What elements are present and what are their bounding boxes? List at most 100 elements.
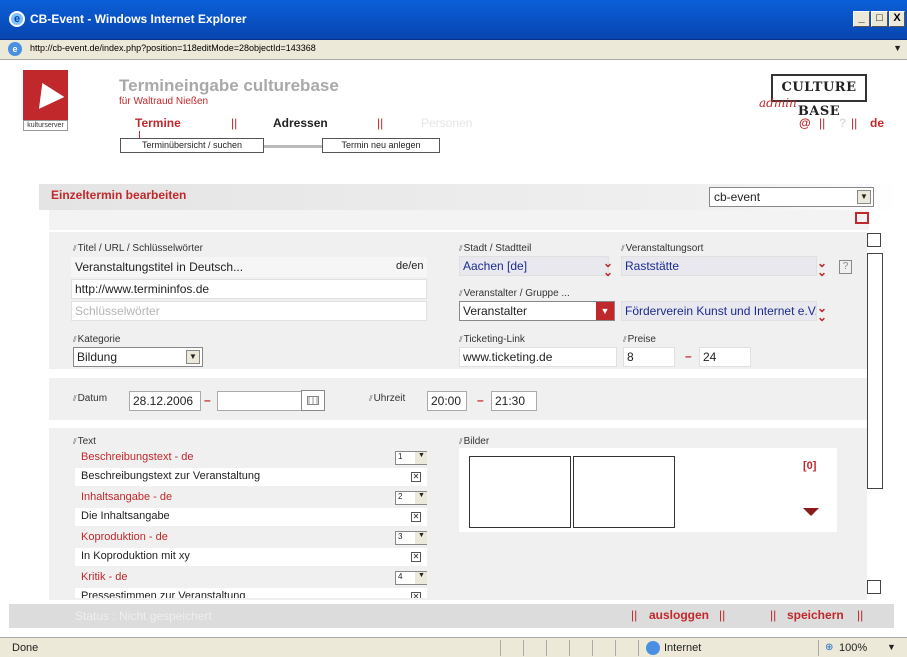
browser-statusbar: Done Internet ⊕ 100% ▼ bbox=[0, 637, 907, 657]
order-select[interactable]: 2 ▼ bbox=[395, 491, 427, 505]
help-link[interactable]: ? bbox=[839, 116, 846, 130]
close-button[interactable]: X bbox=[889, 11, 905, 27]
nav-separator: || bbox=[819, 116, 826, 130]
calendar-icon[interactable] bbox=[301, 390, 325, 411]
chevron-down-icon: ▼ bbox=[415, 572, 427, 584]
kulturserver-logo[interactable] bbox=[23, 70, 68, 124]
delete-icon[interactable]: ✕ bbox=[411, 472, 421, 482]
kategorie-label: Kategorie bbox=[73, 334, 121, 345]
text-list: Beschreibungstext - de 1 ▼ Beschreibungst… bbox=[75, 448, 427, 598]
subnav-divider bbox=[264, 145, 322, 148]
titel-field[interactable]: Veranstaltungstitel in Deutsch... bbox=[71, 257, 427, 277]
tab-termine[interactable]: Termine bbox=[135, 116, 181, 130]
veranstalter-field[interactable]: Förderverein Kunst und Internet e.V. bbox=[621, 301, 817, 321]
page-title: Termineingabe culturebase bbox=[119, 76, 339, 95]
logo-label: kulturserver bbox=[23, 120, 68, 131]
image-slot[interactable] bbox=[469, 456, 571, 528]
text-item-value[interactable]: In Koproduktion mit xy bbox=[81, 550, 190, 562]
scroll-down-box[interactable] bbox=[867, 580, 881, 594]
print-icon[interactable] bbox=[855, 212, 869, 224]
admin-label: admin bbox=[759, 96, 797, 110]
chevron-down-icon: ▼ bbox=[415, 532, 427, 544]
datum-from-field[interactable]: 28.12.2006 bbox=[129, 391, 201, 411]
maximize-button[interactable]: □ bbox=[871, 11, 888, 27]
stadt-label: Stadt / Stadtteil bbox=[459, 243, 532, 254]
image-count: [0] bbox=[803, 460, 817, 472]
ort-field[interactable]: Raststätte bbox=[621, 256, 817, 276]
zeit-to-field[interactable]: 21:30 bbox=[491, 391, 537, 411]
text-item-value[interactable]: Beschreibungstext zur Veranstaltung bbox=[81, 470, 260, 482]
tab-adressen[interactable]: Adressen bbox=[273, 116, 328, 130]
kategorie-select[interactable]: Bildung ▼ bbox=[73, 347, 203, 367]
text-item-value[interactable]: Die Inhaltsangabe bbox=[81, 510, 170, 522]
order-select[interactable]: 1 ▼ bbox=[395, 451, 427, 465]
chevron-down-icon: ▼ bbox=[887, 642, 896, 652]
preis-max-field[interactable]: 24 bbox=[699, 347, 751, 367]
chevron-double-icon[interactable]: ⌄ ⌄ bbox=[603, 257, 613, 278]
user-subtitle: für Waltraud Nießen bbox=[119, 96, 209, 107]
window-titlebar: e CB-Event - Windows Internet Explorer _… bbox=[0, 0, 907, 40]
save-status: Status : Nicht gespeichert bbox=[75, 609, 212, 623]
nav-separator: || bbox=[719, 608, 726, 622]
chevron-down-icon[interactable]: ▼ bbox=[893, 43, 902, 53]
stadt-field[interactable]: Aachen [de] bbox=[459, 256, 609, 276]
keywords-field[interactable]: Schlüsselwörter bbox=[71, 301, 427, 321]
chevron-double-icon[interactable]: ⌄ ⌄ bbox=[817, 257, 827, 278]
mandant-select[interactable]: cb-event ▼ bbox=[709, 187, 874, 207]
preis-min-field[interactable]: 8 bbox=[623, 347, 675, 367]
subnav-new[interactable]: Termin neu anlegen bbox=[322, 138, 440, 153]
chevron-down-icon: ▼ bbox=[596, 302, 614, 320]
subnav-overview[interactable]: Terminübersicht / suchen bbox=[120, 138, 264, 153]
text-item-title[interactable]: Koproduktion - de bbox=[81, 531, 168, 543]
scroll-up-box[interactable] bbox=[867, 233, 881, 247]
text-item-value[interactable]: Pressestimmen zur Veranstaltung bbox=[81, 590, 245, 598]
save-link[interactable]: speichern bbox=[787, 608, 844, 622]
lang-switch[interactable]: de/en bbox=[396, 260, 424, 272]
veranstalter-type-value: Veranstalter bbox=[463, 304, 528, 318]
zeit-from-field[interactable]: 20:00 bbox=[427, 391, 467, 411]
delete-icon[interactable]: ✕ bbox=[411, 512, 421, 522]
scrollbar[interactable] bbox=[867, 253, 883, 489]
address-bar[interactable]: e http://cb-event.de/index.php?position=… bbox=[0, 40, 907, 60]
triangle-down-icon[interactable] bbox=[803, 508, 819, 516]
text-item-title[interactable]: Kritik - de bbox=[81, 571, 127, 583]
delete-icon[interactable]: ✕ bbox=[411, 592, 421, 598]
footer-bar: Status : Nicht gespeichert || ausloggen … bbox=[9, 604, 894, 628]
delete-icon[interactable]: ✕ bbox=[411, 552, 421, 562]
text-item-title[interactable]: Beschreibungstext - de bbox=[81, 451, 194, 463]
bird-icon bbox=[29, 77, 65, 109]
order-value: 1 bbox=[398, 452, 403, 461]
logout-link[interactable]: ausloggen bbox=[649, 608, 709, 622]
tab-personen[interactable]: Personen bbox=[421, 116, 472, 130]
datum-to-field[interactable] bbox=[217, 391, 313, 411]
window-title: CB-Event - Windows Internet Explorer bbox=[30, 12, 247, 26]
email-link[interactable]: @ bbox=[799, 116, 811, 130]
zoom-control[interactable]: ⊕ 100% ▼ bbox=[818, 640, 904, 656]
chevron-double-icon[interactable]: ⌄ ⌄ bbox=[817, 302, 827, 323]
minimize-button[interactable]: _ bbox=[853, 11, 870, 27]
security-zone: Internet bbox=[664, 642, 702, 654]
order-select[interactable]: 4 ▼ bbox=[395, 571, 427, 585]
ticketing-field[interactable]: www.ticketing.de bbox=[459, 347, 617, 367]
ticketing-label: Ticketing-Link bbox=[459, 334, 525, 345]
help-icon[interactable]: ? bbox=[839, 260, 852, 274]
nav-separator: || bbox=[377, 116, 384, 130]
image-slot[interactable] bbox=[573, 456, 675, 528]
mandant-value: cb-event bbox=[714, 190, 761, 204]
url-field[interactable]: http://www.termininfos.de bbox=[71, 279, 427, 299]
ort-label: Veranstaltungsort bbox=[621, 243, 704, 254]
language-link[interactable]: de bbox=[870, 116, 884, 130]
range-dash: – bbox=[685, 349, 692, 363]
text-item-title[interactable]: Inhaltsangabe - de bbox=[81, 491, 172, 503]
range-dash: – bbox=[477, 393, 484, 407]
zoom-icon: ⊕ bbox=[825, 642, 834, 653]
chevron-down-icon: ▼ bbox=[857, 190, 871, 204]
section-title: Einzeltermin bearbeiten bbox=[51, 188, 187, 202]
veranstalter-type-select[interactable]: Veranstalter ▼ bbox=[459, 301, 615, 321]
text-label: Text bbox=[73, 436, 96, 447]
preise-label: Preise bbox=[623, 334, 656, 345]
datum-label: Datum bbox=[73, 393, 107, 404]
kategorie-value: Bildung bbox=[77, 350, 118, 364]
titel-label: Titel / URL / Schlüsselwörter bbox=[73, 243, 203, 254]
order-select[interactable]: 3 ▼ bbox=[395, 531, 427, 545]
